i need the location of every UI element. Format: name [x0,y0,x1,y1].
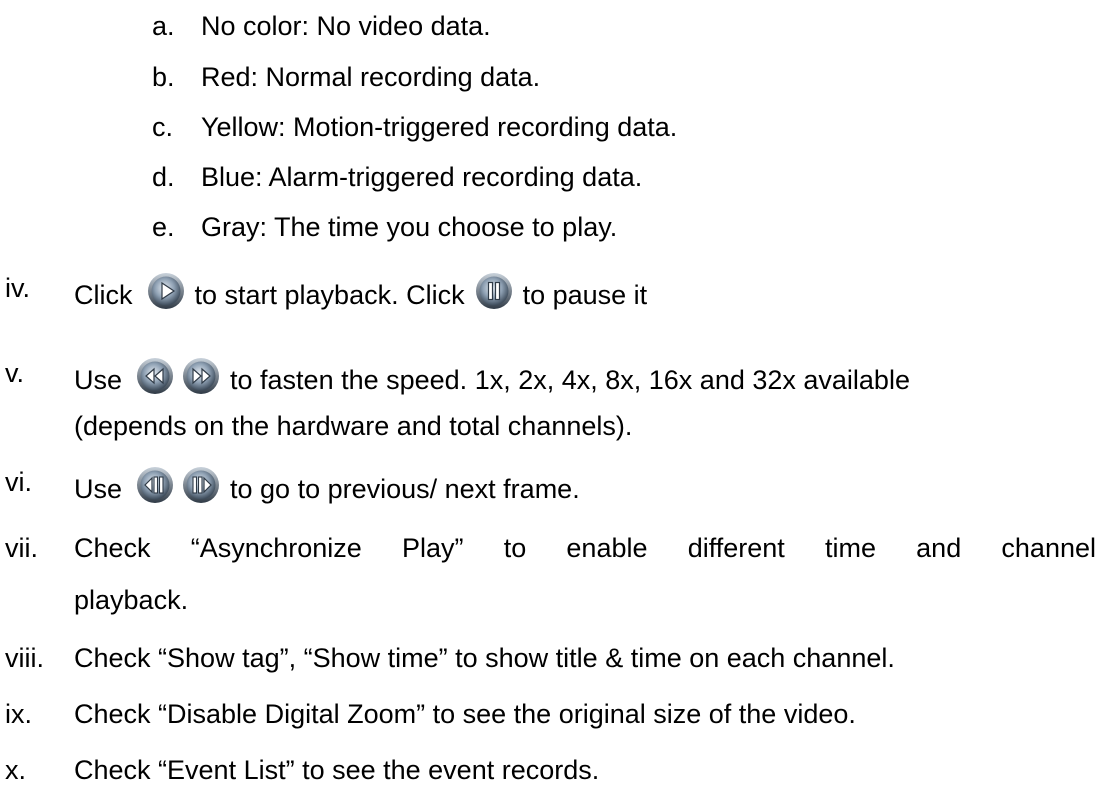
item-vi-part2: to go to previous/ next frame. [230,474,580,504]
manual-page: a. No color: No video data. b. Red: Norm… [0,0,1105,808]
item-ix: Check “Disable Digital Zoom” to see the … [74,699,856,729]
item-vii-word: Check [74,533,151,563]
sublist-item-a: No color: No video data. [201,11,491,41]
item-vii-word: and [916,533,962,563]
item-x: Check “Event List” to see the event reco… [74,755,600,785]
item-vii-word: to [503,533,527,563]
sublist-marker-b: b. [152,62,175,92]
item-vii: Check “Asynchronize Play” to enable diff… [74,532,1096,564]
item-vii-word: time [824,533,876,563]
item-marker-iv: iv. [5,273,30,303]
item-marker-ix: ix. [5,699,32,729]
next-frame-icon [182,466,220,504]
item-iv-part1: Click [74,280,133,310]
item-vi: Use to go to previous/ next frame. [74,466,580,505]
sublist-item-c: Yellow: Motion-triggered recording data. [201,112,678,142]
item-vii-word: Play” [401,533,464,563]
item-marker-x: x. [5,755,27,785]
item-vii-word: different [687,533,785,563]
item-vii-word: channel [1001,533,1096,563]
rewind-icon [136,357,174,395]
item-iv: Click to start playback. Click to pause … [74,272,647,311]
previous-frame-icon [136,466,174,504]
item-v-part1: Use [74,365,123,395]
item-v-part2: to fasten the speed. 1x, 2x, 4x, 8x, 16x… [230,365,910,395]
sublist-marker-e: e. [152,212,175,242]
sublist-marker-c: c. [152,112,174,142]
sublist-item-b: Red: Normal recording data. [201,62,541,92]
sublist-marker-d: d. [152,162,175,192]
item-vii-word: enable [566,533,648,563]
sublist-item-d: Blue: Alarm-triggered recording data. [201,162,643,192]
fast-forward-icon [182,357,220,395]
item-vii-continuation: playback. [74,585,189,615]
item-vii-word: “Asynchronize [190,533,362,563]
item-marker-viii: viii. [5,643,44,673]
item-v: Use to fasten the speed. 1x, 2x, 4x, 8x,… [74,357,910,396]
item-iv-part2: to start playback. Click [194,280,465,310]
item-marker-v: v. [5,358,24,388]
play-icon [147,272,185,310]
item-vi-part1: Use [74,474,123,504]
sublist-marker-a: a. [152,11,175,41]
pause-icon [475,272,513,310]
item-v-continuation: (depends on the hardware and total chann… [74,411,633,441]
item-iv-part3: to pause it [522,280,648,310]
item-viii: Check “Show tag”, “Show time” to show ti… [74,643,895,673]
item-marker-vi: vi. [5,467,32,497]
sublist-item-e: Gray: The time you choose to play. [201,212,618,242]
item-marker-vii: vii. [5,533,38,563]
